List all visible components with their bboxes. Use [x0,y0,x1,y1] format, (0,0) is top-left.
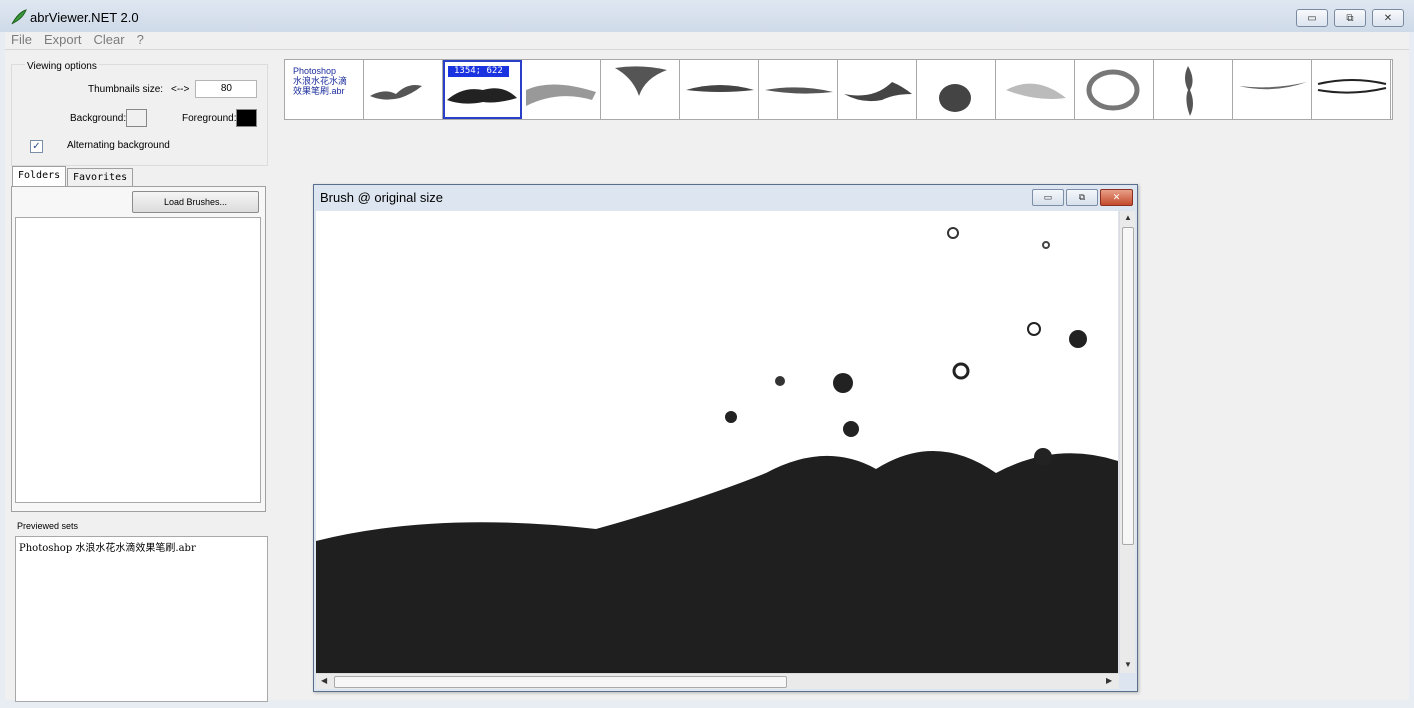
brush-thumbnail[interactable] [680,60,759,119]
folder-list[interactable] [15,217,261,503]
brush-preview-window: Brush @ original size ▭ ⧉ ✕ ▲ ▼ ◀ ▶ [313,184,1138,692]
scroll-down-arrow-icon[interactable]: ▼ [1124,660,1132,669]
list-item[interactable]: Photoshop 水浪水花水滴效果笔刷.abr [19,539,196,554]
tab-folders[interactable]: Folders [12,166,67,187]
brush-thumbnail[interactable] [1075,60,1154,119]
swirl-brush-icon [1086,69,1140,111]
brush-thumbnail[interactable] [1154,60,1233,119]
scroll-left-arrow-icon[interactable]: ◀ [321,676,327,685]
brush-thumbnail[interactable] [917,60,996,119]
brush-preview-canvas[interactable] [316,211,1118,673]
background-color-swatch[interactable] [126,109,147,127]
thumbnail-strip: Photoshop 水浪水花水滴 效果笔刷.abr 1354; 622 [284,59,1393,120]
thumbnail-size-arrow: <--> [171,84,190,95]
wave-curl-brush-icon [844,82,912,102]
water-splash-image [316,227,1118,673]
preview-window-title: Brush @ original size [320,190,444,205]
window-titlebar: abrViewer.NET 2.0 ▭ ⧉ ✕ [0,0,1414,32]
ripple-brush-icon [765,87,833,94]
thumbnail-size-label: Thumbnails size: [88,84,164,95]
brush-thumbnail[interactable] [996,60,1075,119]
window-title: abrViewer.NET 2.0 [30,10,139,25]
feather-brush-icon [11,9,27,25]
ripple-brush-icon [686,85,754,92]
vertical-scroll-thumb[interactable] [1122,227,1134,545]
scroll-right-arrow-icon[interactable]: ▶ [1106,676,1112,685]
menu-bar: File Export Clear ? [5,32,1409,50]
scroll-up-arrow-icon[interactable]: ▲ [1124,213,1132,222]
preview-minimize-button[interactable]: ▭ [1032,189,1064,206]
brush-thumbnail[interactable] [1312,60,1391,119]
mist-brush-icon [1006,83,1066,99]
splash-brush-icon [370,85,422,100]
brush-thumbnail-selected[interactable]: 1354; 622 [443,60,522,119]
foreground-color-swatch[interactable] [236,109,257,127]
brush-thumbnail[interactable] [601,60,680,119]
menu-help[interactable]: ? [131,32,150,49]
foreground-label: Foreground: [182,113,237,124]
preview-close-button[interactable]: ✕ [1100,189,1133,206]
splash-funnel-brush-icon [615,66,667,96]
preview-horizontal-scrollbar[interactable]: ◀ ▶ [316,673,1119,689]
maximize-button[interactable]: ⧉ [1334,9,1366,27]
viewing-options-legend: Viewing options [25,61,99,72]
minimize-button[interactable]: ▭ [1296,9,1328,27]
menu-clear[interactable]: Clear [88,32,131,49]
thumbnail-size-input[interactable]: 80 [195,80,257,98]
previewed-sets-list[interactable]: Photoshop 水浪水花水滴效果笔刷.abr [15,536,268,702]
brush-thumbnail[interactable] [838,60,917,119]
brush-thumbnail[interactable] [1233,60,1312,119]
spray-brush-icon [526,84,596,106]
horizontal-scroll-thumb[interactable] [334,676,787,688]
load-brushes-button[interactable]: Load Brushes... [132,191,259,213]
drip-brush-icon [1185,66,1193,116]
set-title-line: 水浪水花水滴 [293,76,348,86]
alternating-background-label: Alternating background [67,140,170,151]
previewed-sets-label: Previewed sets [17,521,79,531]
set-title-line: Photoshop [293,66,337,76]
wave-brush-icon [1239,82,1307,90]
close-button[interactable]: ✕ [1372,9,1404,27]
menu-file[interactable]: File [5,32,38,49]
brush-thumbnail[interactable] [364,60,443,119]
menu-export[interactable]: Export [38,32,88,49]
drop-brush-icon [939,84,971,112]
preview-vertical-scrollbar[interactable]: ▲ ▼ [1119,211,1135,673]
tab-favorites[interactable]: Favorites [67,168,134,187]
alternating-background-checkbox[interactable]: ✓ [30,140,43,153]
brush-thumbnail[interactable] [522,60,601,119]
brush-size-label: 1354; 622 [448,66,509,77]
set-title-line: 效果笔刷.abr [293,86,345,96]
background-label: Background: [70,113,127,124]
brush-thumbnail[interactable] [759,60,838,119]
preview-maximize-button[interactable]: ⧉ [1066,189,1098,206]
folders-panel: Load Brushes... [11,186,266,512]
signature-brush-icon [1317,79,1387,94]
set-title-cell[interactable]: Photoshop 水浪水花水滴 效果笔刷.abr [285,60,364,119]
